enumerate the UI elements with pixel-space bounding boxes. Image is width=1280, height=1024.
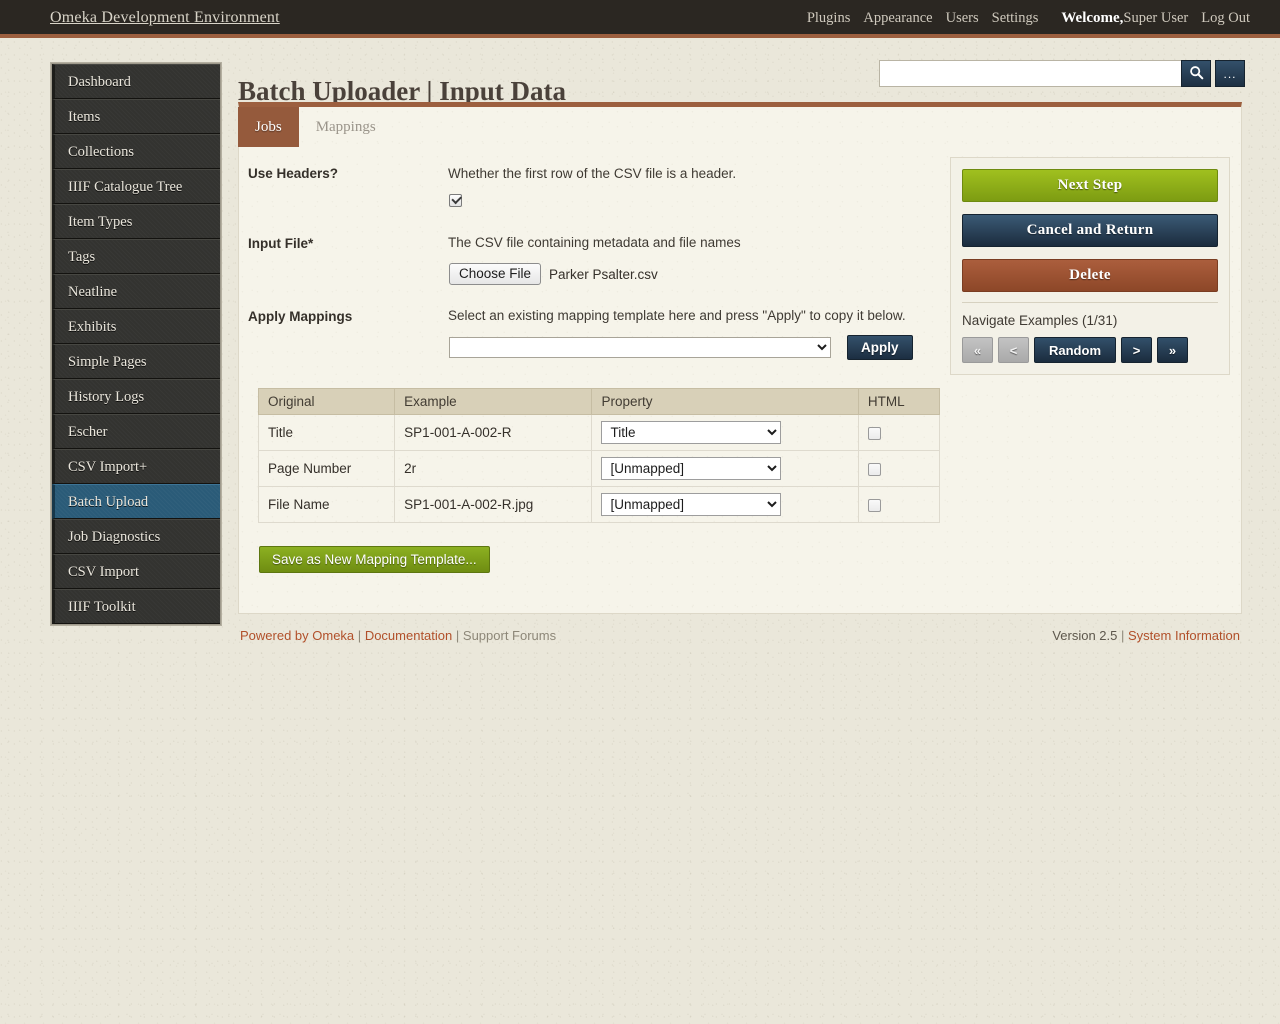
column-header-html: HTML	[858, 389, 939, 415]
footer-left: Powered by Omeka | Documentation | Suppo…	[240, 628, 556, 643]
cell-original: Page Number	[259, 451, 395, 487]
navigate-examples-label: Navigate Examples (1/31)	[962, 313, 1218, 328]
tab-jobs[interactable]: Jobs	[238, 107, 299, 147]
search-area: ...	[879, 60, 1245, 87]
sidebar-item-exhibits[interactable]: Exhibits	[52, 309, 220, 344]
html-checkbox[interactable]	[868, 499, 881, 512]
sidebar-item-items[interactable]: Items	[52, 99, 220, 134]
action-panel: Next Step Cancel and Return Delete Navig…	[950, 157, 1230, 375]
cell-html	[858, 487, 939, 523]
table-row: TitleSP1-001-A-002-RTitle	[259, 415, 940, 451]
admin-bar: Omeka Development Environment Plugins Ap…	[0, 0, 1280, 38]
footer-separator-2: |	[456, 628, 459, 643]
property-select[interactable]: [Unmapped]	[601, 493, 781, 516]
table-header-row: Original Example Property HTML	[259, 389, 940, 415]
pager-button-random[interactable]: Random	[1034, 337, 1116, 363]
sidebar-item-collections[interactable]: Collections	[52, 134, 220, 169]
sidebar-item-simple-pages[interactable]: Simple Pages	[52, 344, 220, 379]
footer-separator-3: |	[1121, 628, 1124, 643]
powered-by-omeka-link[interactable]: Powered by Omeka	[240, 628, 354, 643]
sidebar-item-dashboard[interactable]: Dashboard	[52, 64, 220, 99]
choose-file-button[interactable]: Choose File	[449, 263, 541, 285]
cell-html	[858, 451, 939, 487]
mapping-template-select[interactable]	[449, 337, 831, 358]
search-submit-button[interactable]	[1181, 60, 1211, 87]
cell-html	[858, 415, 939, 451]
input-file-label: Input File*	[248, 236, 313, 251]
cell-property: [Unmapped]	[592, 487, 858, 523]
pager-button-1: <	[998, 337, 1029, 363]
nav-item-settings[interactable]: Settings	[992, 10, 1039, 27]
pager-button-0: «	[962, 337, 993, 363]
apply-button[interactable]: Apply	[847, 335, 913, 360]
use-headers-checkbox[interactable]	[449, 194, 462, 207]
cell-original: File Name	[259, 487, 395, 523]
welcome-label: Welcome,	[1061, 10, 1123, 26]
input-file-description: The CSV file containing metadata and fil…	[448, 235, 741, 250]
cell-original: Title	[259, 415, 395, 451]
welcome-username: Super User	[1123, 10, 1188, 26]
cell-property: Title	[592, 415, 858, 451]
sidebar-item-item-types[interactable]: Item Types	[52, 204, 220, 239]
use-headers-description: Whether the first row of the CSV file is…	[448, 166, 736, 181]
mapping-table-body: TitleSP1-001-A-002-RTitlePage Number2r[U…	[259, 415, 940, 523]
sidebar: DashboardItemsCollectionsIIIF Catalogue …	[50, 62, 222, 626]
save-mapping-template-button[interactable]: Save as New Mapping Template...	[259, 546, 490, 573]
welcome-block: Welcome,Super User	[1061, 10, 1188, 27]
property-select[interactable]: Title	[601, 421, 781, 444]
version-label: Version 2.5	[1052, 628, 1117, 643]
mapping-table-head: Original Example Property HTML	[259, 389, 940, 415]
sidebar-item-csv-import[interactable]: CSV Import	[52, 554, 220, 589]
tab-mappings[interactable]: Mappings	[299, 107, 393, 147]
column-header-example: Example	[395, 389, 592, 415]
search-input[interactable]	[879, 60, 1181, 87]
search-icon	[1189, 65, 1204, 83]
apply-mappings-label: Apply Mappings	[248, 309, 352, 324]
footer-separator-1: |	[358, 628, 361, 643]
property-select[interactable]: [Unmapped]	[601, 457, 781, 480]
sidebar-item-iiif-catalogue-tree[interactable]: IIIF Catalogue Tree	[52, 169, 220, 204]
sidebar-item-iiif-toolkit[interactable]: IIIF Toolkit	[52, 589, 220, 624]
mapping-table: Original Example Property HTML TitleSP1-…	[258, 388, 940, 523]
pager-button-4[interactable]: »	[1157, 337, 1188, 363]
nav-item-users[interactable]: Users	[946, 10, 979, 27]
selected-file-name: Parker Psalter.csv	[549, 267, 658, 282]
cell-example: SP1-001-A-002-R	[395, 415, 592, 451]
documentation-link[interactable]: Documentation	[365, 628, 452, 643]
sidebar-item-tags[interactable]: Tags	[52, 239, 220, 274]
admin-nav: Plugins Appearance Users Settings Welcom…	[807, 10, 1250, 27]
sidebar-item-job-diagnostics[interactable]: Job Diagnostics	[52, 519, 220, 554]
example-pager: «<Random>»	[962, 337, 1218, 363]
footer-right: Version 2.5 | System Information	[1052, 628, 1240, 643]
pager-button-3[interactable]: >	[1121, 337, 1152, 363]
delete-button[interactable]: Delete	[962, 259, 1218, 292]
logout-link[interactable]: Log Out	[1201, 10, 1250, 27]
nav-item-plugins[interactable]: Plugins	[807, 10, 851, 27]
site-title-link[interactable]: Omeka Development Environment	[50, 9, 280, 27]
panel-divider	[962, 302, 1218, 303]
sidebar-item-history-logs[interactable]: History Logs	[52, 379, 220, 414]
cell-example: 2r	[395, 451, 592, 487]
cancel-and-return-button[interactable]: Cancel and Return	[962, 214, 1218, 247]
table-row: File NameSP1-001-A-002-R.jpg [Unmapped]	[259, 487, 940, 523]
cell-property: [Unmapped]	[592, 451, 858, 487]
use-headers-label: Use Headers?	[248, 166, 338, 181]
sidebar-item-escher[interactable]: Escher	[52, 414, 220, 449]
column-header-property: Property	[592, 389, 858, 415]
nav-item-appearance[interactable]: Appearance	[863, 10, 932, 27]
sidebar-item-neatline[interactable]: Neatline	[52, 274, 220, 309]
sidebar-item-batch-upload[interactable]: Batch Upload	[52, 484, 220, 519]
advanced-search-button[interactable]: ...	[1215, 60, 1245, 87]
table-row: Page Number2r [Unmapped]	[259, 451, 940, 487]
sidebar-item-csv-import[interactable]: CSV Import+	[52, 449, 220, 484]
support-forums-link[interactable]: Support Forums	[463, 628, 556, 643]
next-step-button[interactable]: Next Step	[962, 169, 1218, 202]
apply-mappings-description: Select an existing mapping template here…	[448, 308, 906, 323]
html-checkbox[interactable]	[868, 463, 881, 476]
column-header-original: Original	[259, 389, 395, 415]
system-information-link[interactable]: System Information	[1128, 628, 1240, 643]
tab-bar: Jobs Mappings	[238, 107, 393, 147]
cell-example: SP1-001-A-002-R.jpg	[395, 487, 592, 523]
html-checkbox[interactable]	[868, 427, 881, 440]
